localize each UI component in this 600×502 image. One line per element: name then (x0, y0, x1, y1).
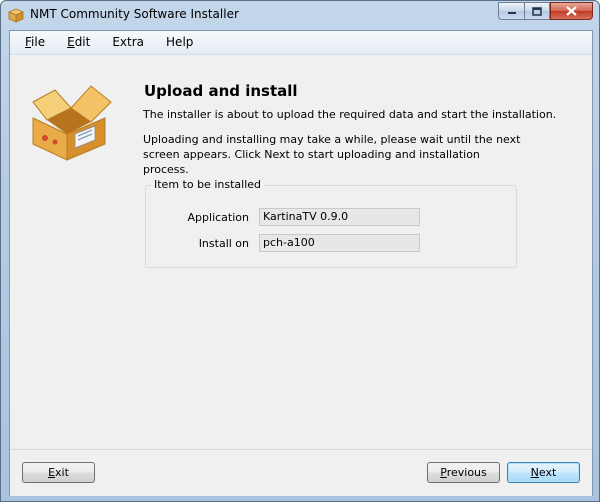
install-on-field: pch-a100 (259, 234, 420, 252)
item-groupbox: Item to be installed Application Kartina… (145, 178, 517, 268)
minimize-icon (507, 12, 516, 14)
previous-button[interactable]: Previous (427, 462, 500, 483)
close-icon (566, 6, 577, 16)
close-button[interactable] (550, 2, 593, 20)
page-instructions: Uploading and installing may take a whil… (143, 133, 521, 176)
client-area: File Edit Extra Help Upload and install … (9, 30, 593, 496)
package-icon (8, 8, 24, 23)
install-on-label: Install on (198, 237, 249, 250)
button-bar: Exit Previous Next (10, 449, 592, 496)
installer-window: NMT Community Software Installer File Ed… (0, 0, 600, 502)
application-field: KartinaTV 0.9.0 (259, 208, 420, 226)
menu-file[interactable]: File (17, 31, 53, 54)
groupbox-title: Item to be installed (151, 178, 264, 191)
wizard-page: Upload and install The installer is abou… (10, 55, 592, 471)
menu-extra[interactable]: Extra (104, 31, 152, 54)
menu-bar: File Edit Extra Help (10, 31, 592, 55)
application-label: Application (187, 211, 249, 224)
exit-button[interactable]: Exit (22, 462, 95, 483)
window-title: NMT Community Software Installer (30, 7, 239, 21)
menu-edit[interactable]: Edit (59, 31, 98, 54)
menu-help[interactable]: Help (158, 31, 201, 54)
title-bar[interactable]: NMT Community Software Installer (1, 1, 599, 29)
page-description: The installer is about to upload the req… (143, 108, 557, 121)
open-box-icon (32, 85, 112, 161)
page-heading: Upload and install (144, 82, 298, 100)
maximize-button[interactable] (524, 2, 550, 20)
maximize-icon (532, 6, 542, 16)
caption-buttons (498, 2, 593, 21)
minimize-button[interactable] (498, 2, 524, 20)
next-button[interactable]: Next (507, 462, 580, 483)
